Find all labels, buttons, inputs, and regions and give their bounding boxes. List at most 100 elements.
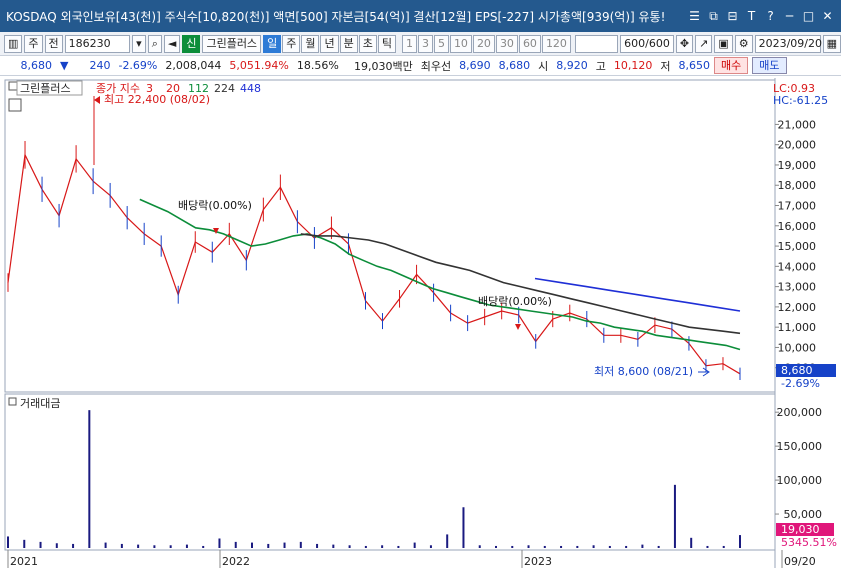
- maximize-icon[interactable]: □: [801, 9, 816, 24]
- save-icon[interactable]: ▣: [714, 34, 733, 53]
- best-ask: 8,690: [459, 59, 491, 72]
- stock-name-label: 그린플러스: [202, 34, 262, 53]
- volume-bar: [527, 545, 530, 548]
- price-change-pct: -2.69%: [118, 59, 158, 72]
- dividend-label-1: 배당락(0.00%): [178, 199, 252, 212]
- volume-bar: [495, 545, 497, 548]
- period-tab[interactable]: 일: [263, 34, 282, 53]
- period-select[interactable]: 주: [24, 34, 43, 53]
- sell-button[interactable]: 매도: [752, 57, 787, 74]
- trade-amount: 19,030백만: [354, 59, 413, 73]
- interval-tab[interactable]: 3: [417, 34, 433, 53]
- interval-tab[interactable]: 60: [518, 34, 541, 53]
- volume-bar: [657, 545, 660, 548]
- volume-y-tick-label: 100,000: [777, 474, 823, 487]
- settings-icon[interactable]: ⚙: [734, 34, 753, 53]
- price-y-tick-label: 20,000: [778, 139, 817, 152]
- volume-bar: [429, 545, 432, 548]
- x-tick-label: 2021: [10, 555, 38, 568]
- volume-bar: [641, 544, 644, 548]
- legend-ma-448: 448: [240, 82, 261, 95]
- restore-icon[interactable]: ⧉: [706, 9, 721, 24]
- drawing-tool-icon[interactable]: ↗: [695, 34, 713, 53]
- pin-icon[interactable]: ⊟: [725, 9, 740, 24]
- volume-bar: [202, 545, 205, 548]
- period-tab[interactable]: 초: [358, 34, 377, 53]
- volume-bar: [673, 484, 676, 548]
- turnover: 18.56%: [296, 59, 339, 72]
- window-titlebar: KOSDAQ 외국인보유[43(천)] 주식수[10,820(천)] 액면[50…: [0, 0, 841, 32]
- interval-tab[interactable]: 1: [401, 34, 417, 53]
- volume-bar: [137, 544, 140, 548]
- price-y-tick-label: 21,000: [778, 118, 817, 131]
- volume-bar: [55, 543, 58, 548]
- buy-button[interactable]: 매수: [714, 57, 749, 74]
- stock-chart[interactable]: 21,000 20,000 19,000 18,000 17,000 16,000 15,0…: [0, 78, 841, 568]
- volume-bar: [625, 545, 628, 548]
- volume-bar: [23, 539, 26, 548]
- price-y-tick-label: 18,000: [778, 179, 817, 192]
- interval-tab[interactable]: 5: [433, 34, 449, 53]
- period-tab[interactable]: 틱: [377, 34, 396, 53]
- period-tab[interactable]: 분: [339, 34, 358, 53]
- search-icon[interactable]: ⌕: [147, 34, 162, 53]
- window-buttons: ☰ ⧉ ⊟ T ? ─ □ ✕: [687, 9, 841, 24]
- current-price: 8,680: [20, 59, 53, 72]
- current-volume-value: 19,030: [781, 523, 820, 536]
- volume-bar: [72, 543, 75, 548]
- current-price-tag-value: 8,680: [781, 364, 813, 377]
- quote-infobar: 8,680 ▼ 240 -2.69% 2,008,044 5,051.94% 1…: [0, 56, 841, 76]
- crosshair-icon[interactable]: ✥: [675, 34, 694, 53]
- date-input[interactable]: 2023/09/20: [754, 34, 822, 53]
- volume-y-tick-label: 150,000: [777, 440, 823, 453]
- sound-icon[interactable]: ◄: [163, 34, 181, 53]
- period-tab[interactable]: 월: [301, 34, 320, 53]
- close-icon[interactable]: ✕: [820, 9, 835, 24]
- interval-tab[interactable]: 120: [541, 34, 571, 53]
- high-label: 고: [595, 59, 606, 73]
- volume-bar: [364, 545, 367, 548]
- best-bid: 8,680: [498, 59, 531, 72]
- period-tab[interactable]: 년: [320, 34, 339, 53]
- volume-bar: [283, 542, 286, 548]
- text-size-icon[interactable]: T: [744, 9, 759, 24]
- panel-toggle-icon[interactable]: ▥: [4, 34, 23, 53]
- volume-bar: [348, 545, 351, 548]
- list-icon[interactable]: ☰: [687, 9, 702, 24]
- volume-bar: [153, 545, 156, 548]
- volume-bar: [397, 545, 400, 548]
- low-label: 저: [660, 59, 671, 73]
- volume-bar: [218, 538, 221, 548]
- period-tab[interactable]: 주: [282, 34, 301, 53]
- high-note: 최고 22,400 (08/02): [104, 93, 210, 106]
- signal-button[interactable]: 신: [182, 34, 201, 53]
- legend-ma-224: 224: [214, 82, 235, 95]
- volume-bar: [608, 545, 611, 548]
- volume-bar: [88, 410, 91, 548]
- volume-bar: [316, 543, 319, 548]
- count-input[interactable]: 600/600: [620, 34, 674, 53]
- volume-bar: [560, 545, 563, 548]
- stock-code-input[interactable]: 186230: [64, 34, 131, 53]
- best-quote-label: 최우선: [420, 59, 452, 73]
- period-tabs: 일주월년분초틱: [263, 34, 396, 53]
- volume-bar: [413, 542, 416, 548]
- open-price: 8,920: [556, 59, 588, 72]
- interval-tab[interactable]: 30: [495, 34, 518, 53]
- volume-y-tick-label: 200,000: [777, 406, 823, 419]
- x-tick-label: 2022: [222, 555, 250, 568]
- low-note: 최저 8,600 (08/21): [594, 365, 693, 378]
- minimize-icon[interactable]: ─: [782, 9, 797, 24]
- prefix-button[interactable]: 전: [44, 34, 63, 53]
- price-y-tick-label: 15,000: [778, 240, 817, 253]
- volume-bar: [543, 545, 546, 548]
- interval-tab[interactable]: 20: [472, 34, 495, 53]
- dropdown-arrow-icon[interactable]: ▾: [132, 34, 146, 53]
- interval-input[interactable]: [574, 34, 619, 53]
- help-icon[interactable]: ?: [763, 9, 778, 24]
- interval-tab[interactable]: 10: [449, 34, 472, 53]
- price-y-tick-label: 16,000: [778, 220, 817, 233]
- price-change: 240: [89, 59, 111, 72]
- calendar-icon[interactable]: ▦: [822, 34, 841, 53]
- current-volume-pct: 5345.51%: [781, 536, 837, 549]
